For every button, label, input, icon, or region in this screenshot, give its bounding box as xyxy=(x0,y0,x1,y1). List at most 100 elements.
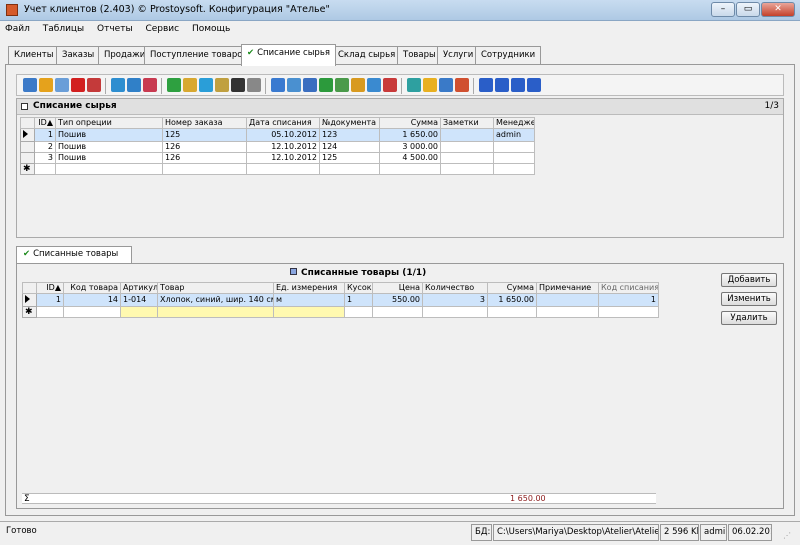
cell-empty[interactable] xyxy=(487,306,537,318)
col-header-quantity[interactable]: Количество xyxy=(422,282,488,294)
table-row[interactable]: 1 Пошив 125 05.10.2012 123 1 650.00 admi… xyxy=(20,128,535,142)
cell-empty[interactable] xyxy=(246,163,320,175)
cell-sum[interactable]: 4 500.00 xyxy=(379,152,441,164)
col-header-article[interactable]: Артикул xyxy=(120,282,158,294)
export-icon[interactable] xyxy=(271,78,285,92)
cell-id[interactable]: 1 xyxy=(34,128,56,142)
delete-icon[interactable] xyxy=(71,78,85,92)
col-header-date[interactable]: Дата списания xyxy=(246,117,320,129)
cell-price[interactable]: 550.00 xyxy=(372,293,423,307)
col-header-id[interactable]: ID▲ xyxy=(34,117,56,129)
first-icon[interactable] xyxy=(479,78,493,92)
image-icon[interactable] xyxy=(335,78,349,92)
cell-article-required[interactable] xyxy=(120,306,158,318)
cell-sum[interactable]: 1 650.00 xyxy=(379,128,441,142)
cell-empty[interactable] xyxy=(536,306,599,318)
prev-icon[interactable] xyxy=(495,78,509,92)
music-icon[interactable] xyxy=(407,78,421,92)
col-header-sum[interactable]: Сумма xyxy=(379,117,441,129)
cell-item-required[interactable] xyxy=(157,306,274,318)
refresh-icon[interactable] xyxy=(167,78,181,92)
find-icon[interactable] xyxy=(231,78,245,92)
filter-clear-icon[interactable] xyxy=(127,78,141,92)
menu-file[interactable]: Файл xyxy=(0,21,35,37)
tab-services[interactable]: Услуги xyxy=(437,46,480,65)
cell-manager[interactable] xyxy=(493,152,535,164)
cell-quantity[interactable]: 3 xyxy=(422,293,488,307)
resize-grip-icon[interactable]: ⋰ xyxy=(783,532,793,542)
cell-type[interactable]: Пошив xyxy=(55,128,163,142)
cell-unit[interactable]: м xyxy=(273,293,345,307)
cell-empty[interactable] xyxy=(598,306,659,318)
cell-date[interactable]: 12.10.2012 xyxy=(246,152,320,164)
cell-note[interactable] xyxy=(536,293,599,307)
cell-order-no[interactable]: 125 xyxy=(162,128,247,142)
table-row[interactable]: 1 14 1-014 Хлопок, синий, шир. 140 см м … xyxy=(22,293,659,307)
menu-service[interactable]: Сервис xyxy=(140,21,184,37)
tab-employees[interactable]: Сотрудники xyxy=(475,46,542,65)
cell-empty[interactable] xyxy=(379,163,441,175)
close-button[interactable]: ✕ xyxy=(761,2,795,17)
col-header-price[interactable]: Цена xyxy=(372,282,423,294)
cell-empty[interactable] xyxy=(422,306,488,318)
cell-manager[interactable]: admin xyxy=(493,128,535,142)
open-record-icon[interactable] xyxy=(23,78,37,92)
new-row[interactable]: ✱ xyxy=(20,163,535,175)
cell-empty[interactable] xyxy=(55,163,163,175)
cell-empty[interactable] xyxy=(34,163,56,175)
col-header-manager[interactable]: Менеджер xyxy=(493,117,535,129)
cell-sum[interactable]: 3 000.00 xyxy=(379,141,441,153)
filter-remove-icon[interactable] xyxy=(143,78,157,92)
cell-sum[interactable]: 1 650.00 xyxy=(487,293,537,307)
tab-write-off[interactable]: ✔ Списание сырья xyxy=(241,44,336,66)
cell-item[interactable]: Хлопок, синий, шир. 140 см xyxy=(157,293,274,307)
col-header-item[interactable]: Товар xyxy=(157,282,274,294)
cell-empty[interactable] xyxy=(344,306,373,318)
cell-id[interactable]: 1 xyxy=(36,293,64,307)
new-row[interactable]: ✱ xyxy=(22,306,659,318)
doc-icon[interactable] xyxy=(319,78,333,92)
cell-empty[interactable] xyxy=(440,163,494,175)
cell-article[interactable]: 1-014 xyxy=(120,293,158,307)
col-header-doc-no[interactable]: №документа xyxy=(319,117,380,129)
cell-manager[interactable] xyxy=(493,141,535,153)
cell-item-code[interactable]: 14 xyxy=(63,293,121,307)
calendar-icon[interactable] xyxy=(455,78,469,92)
cell-piece[interactable]: 1 xyxy=(344,293,373,307)
cell-empty[interactable] xyxy=(36,306,64,318)
col-header-item-code[interactable]: Код товара xyxy=(63,282,121,294)
filter-icon[interactable] xyxy=(111,78,125,92)
cell-id[interactable]: 2 xyxy=(34,141,56,153)
col-header-sum[interactable]: Сумма xyxy=(487,282,537,294)
attach-icon[interactable] xyxy=(367,78,381,92)
tab-clients[interactable]: Клиенты xyxy=(8,46,60,65)
next-icon[interactable] xyxy=(511,78,525,92)
table-icon[interactable] xyxy=(87,78,101,92)
cell-notes[interactable] xyxy=(440,141,494,153)
col-header-id[interactable]: ID▲ xyxy=(36,282,64,294)
cell-empty[interactable] xyxy=(493,163,535,175)
tab-receipts[interactable]: Поступление товаров xyxy=(144,46,254,65)
tab-material-stock[interactable]: Склад сырья xyxy=(332,46,402,65)
col-header-unit[interactable]: Ед. измерения xyxy=(273,282,345,294)
cell-doc-no[interactable]: 124 xyxy=(319,141,380,153)
print-icon[interactable] xyxy=(247,78,261,92)
minimize-button[interactable]: – xyxy=(711,2,735,17)
cell-id[interactable]: 3 xyxy=(34,152,56,164)
cell-type[interactable]: Пошив xyxy=(55,141,163,153)
cell-empty[interactable] xyxy=(372,306,423,318)
tab-orders[interactable]: Заказы xyxy=(56,46,101,65)
cell-empty[interactable] xyxy=(319,163,380,175)
table-row[interactable]: 3 Пошив 126 12.10.2012 125 4 500.00 xyxy=(20,152,535,164)
last-icon[interactable] xyxy=(527,78,541,92)
cell-empty[interactable] xyxy=(162,163,247,175)
menu-reports[interactable]: Отчеты xyxy=(92,21,138,37)
maximize-button[interactable]: ▭ xyxy=(736,2,760,17)
cell-notes[interactable] xyxy=(440,152,494,164)
cell-date[interactable]: 05.10.2012 xyxy=(246,128,320,142)
edit-icon[interactable] xyxy=(39,78,53,92)
table-row[interactable]: 2 Пошив 126 12.10.2012 124 3 000.00 xyxy=(20,141,535,153)
copy-icon[interactable] xyxy=(55,78,69,92)
cell-notes[interactable] xyxy=(440,128,494,142)
folders-icon[interactable] xyxy=(183,78,197,92)
